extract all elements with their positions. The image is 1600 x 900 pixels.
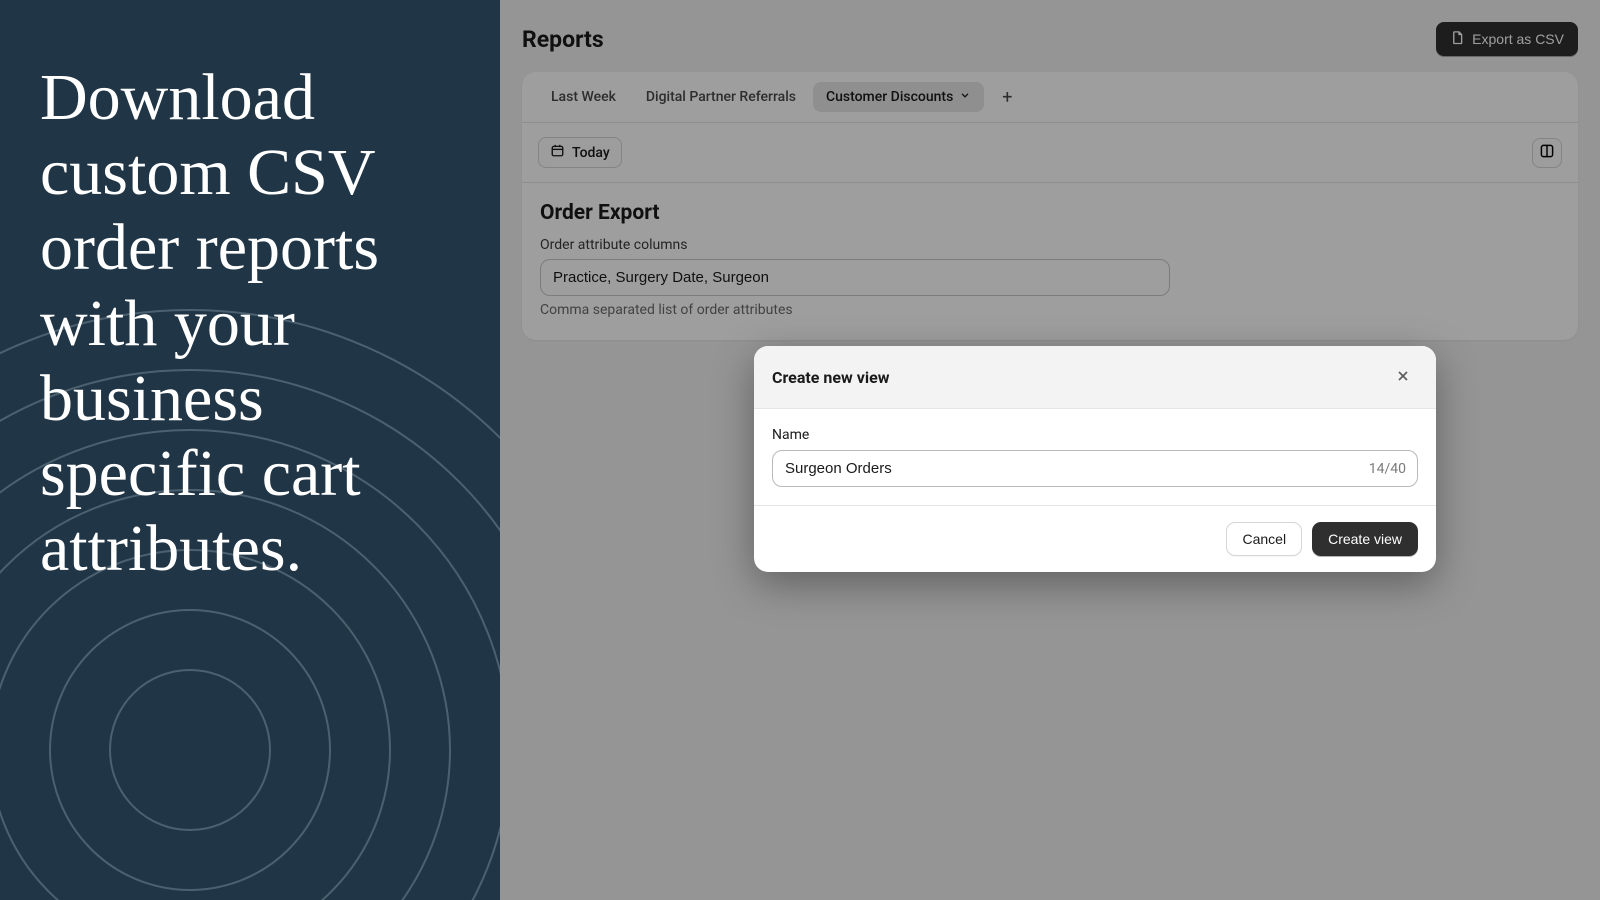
close-icon bbox=[1395, 368, 1411, 387]
modal-header: Create new view bbox=[754, 346, 1436, 409]
view-name-input[interactable] bbox=[772, 450, 1418, 487]
create-view-modal: Create new view Name 14/40 Cancel Creat bbox=[754, 346, 1436, 572]
name-field-label: Name bbox=[772, 427, 1418, 443]
promo-headline: Download custom CSV order reports with y… bbox=[40, 60, 460, 587]
modal-footer: Cancel Create view bbox=[754, 505, 1436, 572]
promo-panel: Download custom CSV order reports with y… bbox=[0, 0, 500, 900]
create-view-label: Create view bbox=[1328, 531, 1402, 547]
cancel-button[interactable]: Cancel bbox=[1226, 522, 1302, 556]
cancel-label: Cancel bbox=[1242, 531, 1286, 547]
app-area: Reports Export as CSV Last Week Digital … bbox=[500, 0, 1600, 900]
modal-close-button[interactable] bbox=[1388, 362, 1418, 392]
modal-title: Create new view bbox=[772, 368, 889, 387]
modal-body: Name 14/40 bbox=[754, 409, 1436, 505]
create-view-button[interactable]: Create view bbox=[1312, 522, 1418, 556]
char-count: 14/40 bbox=[1369, 461, 1406, 477]
